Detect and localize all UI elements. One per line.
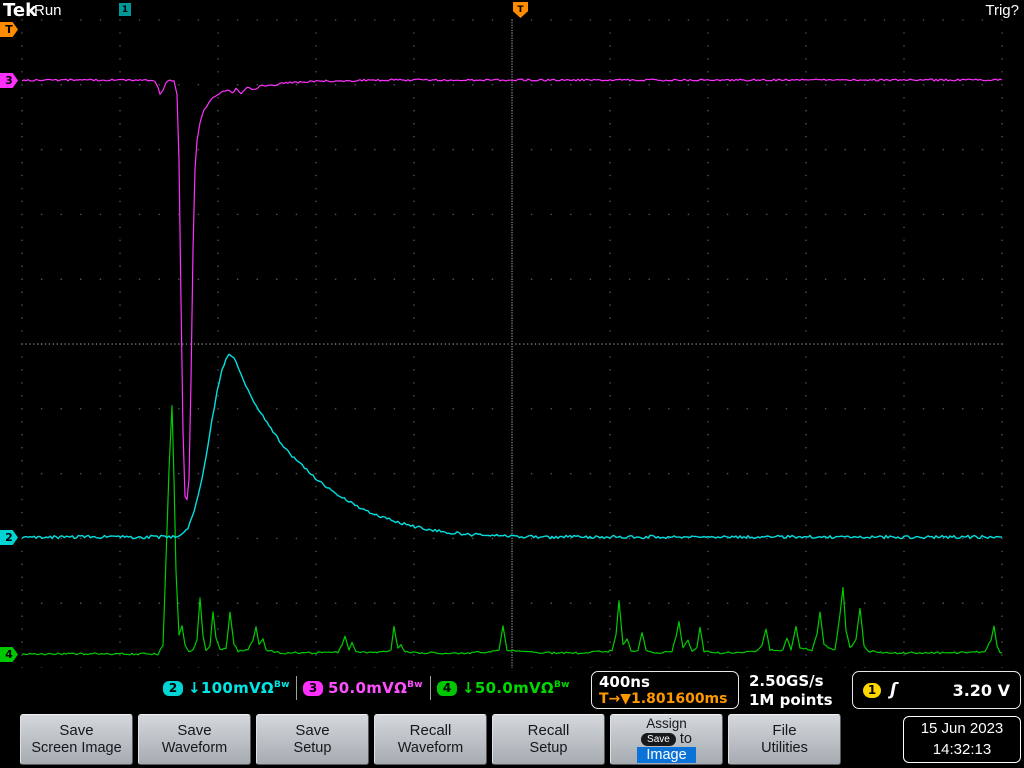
save-pill-icon: Save xyxy=(641,732,676,746)
menu-recall-waveform-button[interactable]: Recall Waveform xyxy=(374,714,487,765)
assign-target-highlight: Image xyxy=(637,747,696,764)
ch4-scale: ↓50.0mV xyxy=(462,679,541,697)
timebase-readout: 400ns xyxy=(599,673,650,691)
trigger-delay-icon: T→▼ xyxy=(599,691,632,707)
ch2-scale: ↓100mV xyxy=(188,679,261,697)
datetime-display: 15 Jun 2023 14:32:13 xyxy=(903,716,1021,763)
readout-bar: 2 ↓100mVΩBw 3 50.0mVΩBw 4 ↓50.0mVΩBw 400… xyxy=(0,668,1024,712)
sample-rate: 2.50GS/s xyxy=(749,672,824,690)
ch3-coupling: Ω xyxy=(394,679,408,697)
grid-center-crosshair xyxy=(21,19,1003,669)
ch2-bw-limit: Bw xyxy=(273,680,290,690)
acquisition-readout[interactable]: 2.50GS/s 1M points xyxy=(749,672,833,710)
trigger-status: Trig? xyxy=(985,2,1019,19)
waveform-ch2 xyxy=(22,353,1002,540)
ch3-scale: 50.0mV xyxy=(328,679,395,697)
ch2-coupling: Ω xyxy=(260,679,274,697)
date-value: 15 Jun 2023 xyxy=(920,720,1004,738)
trigger-source-badge: 1 xyxy=(863,682,881,698)
menu-assign-save-button[interactable]: Assign Save to Image xyxy=(610,714,723,765)
ch3-readout[interactable]: 3 50.0mVΩBw xyxy=(303,679,423,697)
ch4-readout[interactable]: 4 ↓50.0mVΩBw xyxy=(437,679,570,697)
readout-separator xyxy=(296,676,297,700)
time-value: 14:32:13 xyxy=(932,740,992,758)
menu-save-screen-image-button[interactable]: Save Screen Image xyxy=(20,714,133,765)
oscilloscope-screen: Tek Run Trig? T 1 T 3 2 4 2 ↓100mVΩBw 3 … xyxy=(0,0,1024,768)
menu-file-utilities-button[interactable]: File Utilities xyxy=(728,714,841,765)
acquisition-status: Run xyxy=(34,2,62,19)
ch2-readout[interactable]: 2 ↓100mVΩBw xyxy=(163,679,290,697)
tek-logo: Tek xyxy=(3,0,38,21)
menu-bar: Save Screen Image Save Waveform Save Set… xyxy=(0,712,1024,768)
graticule xyxy=(21,19,1003,669)
menu-save-setup-button[interactable]: Save Setup xyxy=(256,714,369,765)
ch4-badge: 4 xyxy=(437,680,457,696)
ch2-badge: 2 xyxy=(163,680,183,696)
readout-separator xyxy=(430,676,431,700)
trigger-readout[interactable]: 1 ʃ 3.20 V xyxy=(852,671,1021,709)
ch3-badge: 3 xyxy=(303,680,323,696)
ch4-coupling: Ω xyxy=(540,679,554,697)
trigger-delay-value: 1.801600ms xyxy=(631,691,728,707)
trigger-slope-icon: ʃ xyxy=(890,680,898,700)
ch3-bw-limit: Bw xyxy=(407,680,423,690)
menu-save-waveform-button[interactable]: Save Waveform xyxy=(138,714,251,765)
ch4-bw-limit: Bw xyxy=(553,680,570,690)
horizontal-readout[interactable]: 400ns T→▼1.801600ms xyxy=(591,671,739,709)
trigger-level-value: 3.20 V xyxy=(952,680,1010,700)
record-length: 1M points xyxy=(749,690,833,709)
ch1-top-marker[interactable]: 1 xyxy=(119,3,131,16)
menu-recall-setup-button[interactable]: Recall Setup xyxy=(492,714,605,765)
